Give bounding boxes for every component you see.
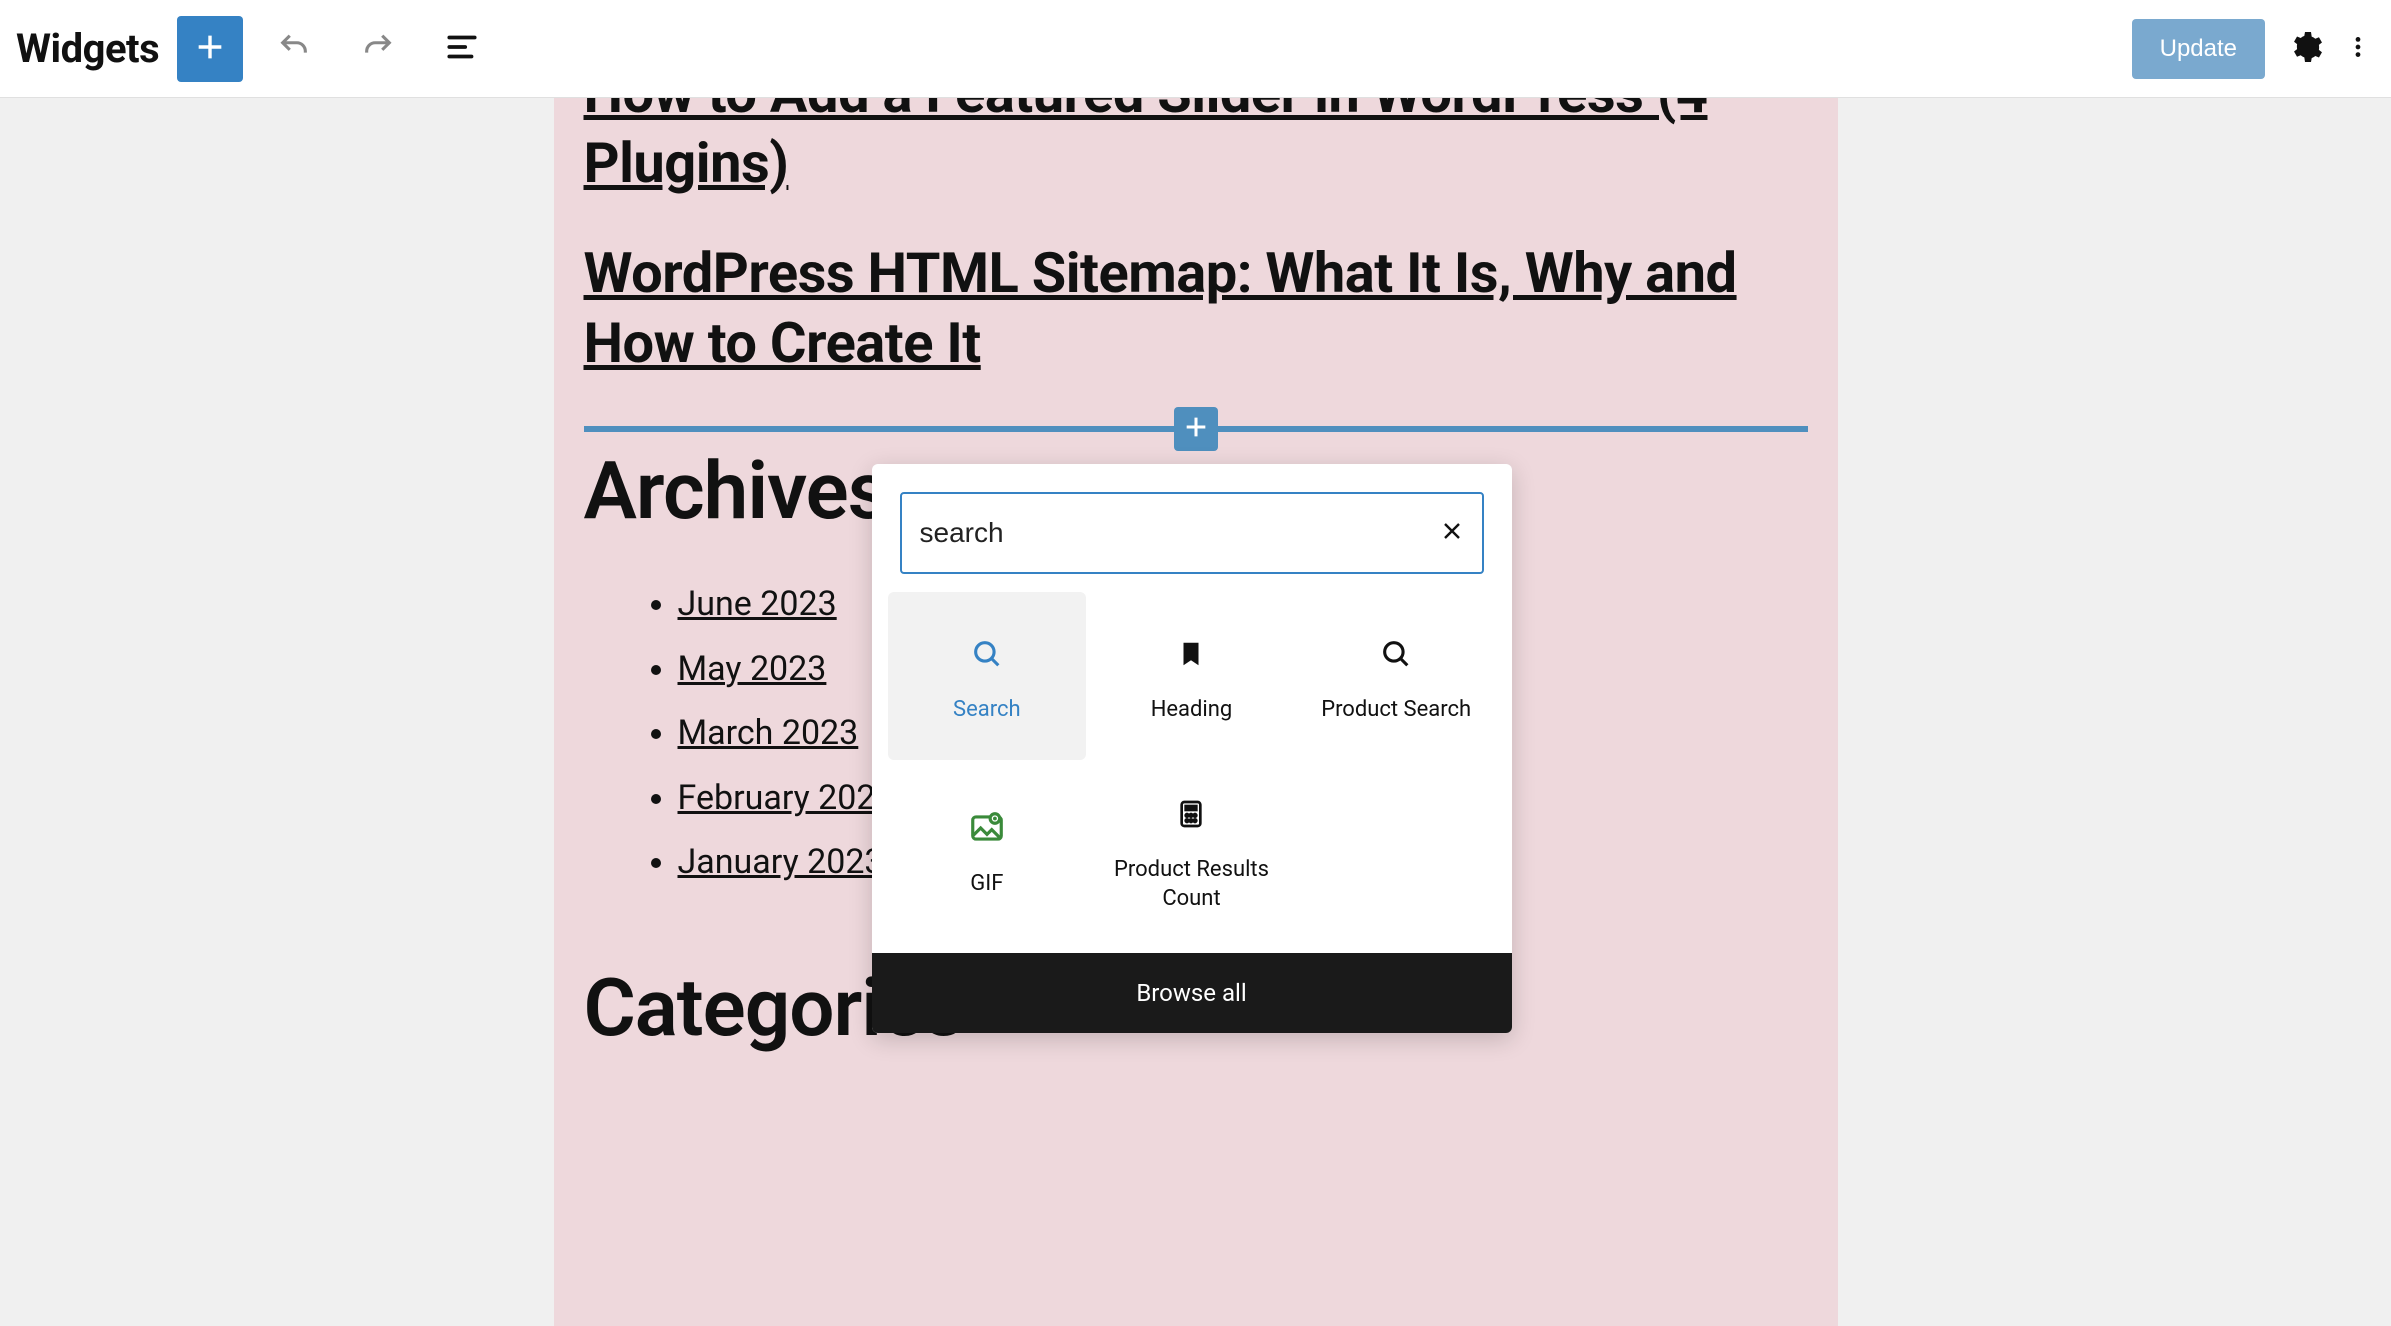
plus-icon xyxy=(193,30,227,67)
redo-icon xyxy=(361,30,395,67)
settings-button[interactable] xyxy=(2287,29,2323,68)
block-insertion-point xyxy=(584,424,1808,434)
block-option-gif[interactable]: GIF xyxy=(888,766,1087,935)
page-title: Widgets xyxy=(16,25,159,72)
archive-link[interactable]: March 2023 xyxy=(678,713,859,753)
browse-all-blocks-button[interactable]: Browse all xyxy=(872,953,1512,1033)
editor-canvas: How to Add a Featured Slider in WordPres… xyxy=(0,98,2391,1326)
clear-search-button[interactable] xyxy=(1440,519,1464,547)
block-label: Search xyxy=(953,696,1021,725)
redo-button[interactable] xyxy=(345,16,411,82)
gear-icon xyxy=(2287,29,2323,68)
undo-icon xyxy=(277,30,311,67)
inserter-search-field xyxy=(900,492,1484,574)
block-option-search[interactable]: Search xyxy=(888,592,1087,760)
inserter-search-wrap xyxy=(872,464,1512,592)
undo-button[interactable] xyxy=(261,16,327,82)
archive-link[interactable]: February 2023 xyxy=(678,778,895,818)
bookmark-icon xyxy=(1176,632,1206,676)
toolbar-right-group: Update xyxy=(2132,19,2371,79)
block-option-heading[interactable]: Heading xyxy=(1092,592,1291,760)
update-button[interactable]: Update xyxy=(2132,19,2265,79)
calculator-icon xyxy=(1175,792,1207,836)
inline-add-block-button[interactable] xyxy=(1174,407,1218,451)
add-block-button[interactable] xyxy=(177,16,243,82)
list-view-icon xyxy=(443,28,481,69)
block-results-grid: Search Heading Product Search xyxy=(872,592,1512,953)
search-icon xyxy=(970,632,1004,676)
toolbar-left-group: Widgets xyxy=(14,16,495,82)
post-link-2[interactable]: WordPress HTML Sitemap: What It Is, Why … xyxy=(584,238,1808,378)
list-view-button[interactable] xyxy=(429,16,495,82)
editor-toolbar: Widgets Update xyxy=(0,0,2391,98)
post-link-1[interactable]: How to Add a Featured Slider in WordPres… xyxy=(584,98,1808,198)
close-icon xyxy=(1440,528,1464,547)
plus-icon xyxy=(1182,413,1210,445)
block-label: GIF xyxy=(970,870,1003,899)
image-icon xyxy=(968,806,1006,850)
archive-link[interactable]: June 2023 xyxy=(678,584,837,624)
block-label: Product Results Count xyxy=(1098,856,1285,913)
inserter-search-input[interactable] xyxy=(920,517,1440,549)
search-icon xyxy=(1379,632,1413,676)
kebab-icon xyxy=(2345,29,2371,68)
archive-link[interactable]: May 2023 xyxy=(678,649,827,689)
block-option-product-search[interactable]: Product Search xyxy=(1297,592,1496,760)
block-option-product-results-count[interactable]: Product Results Count xyxy=(1092,766,1291,935)
more-options-button[interactable] xyxy=(2345,29,2371,68)
block-inserter-popover: Search Heading Product Search xyxy=(872,464,1512,1033)
block-label: Product Search xyxy=(1321,696,1471,725)
block-label: Heading xyxy=(1151,696,1233,725)
archive-link[interactable]: January 2023 xyxy=(678,842,884,882)
widget-area: How to Add a Featured Slider in WordPres… xyxy=(554,98,1838,1326)
